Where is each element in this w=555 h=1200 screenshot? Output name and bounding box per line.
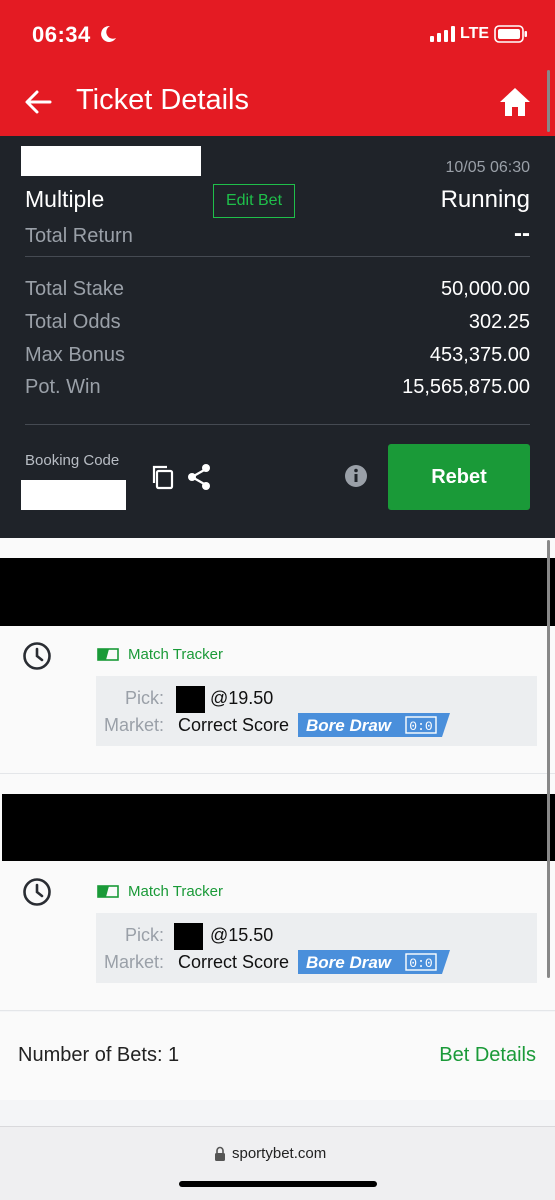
total-stake-label: Total Stake	[25, 278, 124, 300]
total-odds-value: 302.25	[468, 311, 530, 333]
redacted-booking-code	[21, 480, 126, 510]
divider	[25, 424, 530, 425]
redacted-pick	[174, 923, 203, 950]
info-icon[interactable]	[344, 464, 368, 488]
browser-url-bar[interactable]: sportybet.com	[0, 1126, 555, 1200]
total-return-value: --	[514, 220, 530, 247]
total-return-label: Total Return	[25, 225, 133, 247]
scrollbar[interactable]	[547, 70, 550, 132]
redacted-match-header	[2, 794, 555, 861]
page-title: Ticket Details	[76, 84, 249, 116]
lock-icon	[215, 1146, 225, 1161]
pick-label: Pick:	[125, 925, 165, 945]
divider	[0, 1010, 555, 1011]
bore-draw-tag: Bore Draw 0:0	[298, 950, 450, 974]
market-value: Correct Score	[178, 952, 290, 972]
tag-score: 0:0	[409, 956, 432, 971]
divider	[25, 256, 530, 257]
url-text: sportybet.com	[232, 1145, 327, 1162]
match-tracker-icon	[97, 648, 119, 661]
tag-text: Bore Draw	[306, 953, 393, 972]
market-value: Correct Score	[178, 715, 290, 735]
tag-score: 0:0	[409, 719, 432, 734]
pot-win-value: 15,565,875.00	[402, 376, 530, 398]
ticket-status: Running	[440, 186, 530, 213]
match-tracker-icon	[97, 885, 119, 898]
edit-bet-button[interactable]: Edit Bet	[213, 184, 295, 218]
scrollbar[interactable]	[547, 540, 550, 978]
battery-icon	[494, 25, 527, 43]
app-header: Ticket Details	[0, 68, 555, 136]
booking-code-label: Booking Code	[25, 452, 120, 469]
home-indicator[interactable]	[179, 1181, 377, 1187]
ticket-type: Multiple	[25, 186, 105, 212]
network-label: LTE	[460, 25, 490, 42]
share-icon[interactable]	[186, 463, 212, 491]
status-time: 06:34	[32, 22, 91, 47]
pick-odds: @15.50	[210, 925, 274, 945]
status-bar: 06:34 LTE	[0, 0, 555, 68]
total-stake-value: 50,000.00	[441, 278, 530, 300]
match-tracker-link[interactable]: Match Tracker	[128, 646, 223, 663]
rebet-button[interactable]: Rebet	[388, 444, 530, 510]
market-label: Market:	[104, 952, 165, 972]
max-bonus-value: 453,375.00	[429, 344, 530, 366]
pick-label: Pick:	[125, 688, 165, 708]
match-tracker-link[interactable]: Match Tracker	[128, 883, 223, 900]
copy-icon[interactable]	[150, 464, 176, 490]
bet-card: Match Tracker Pick: @15.50 Market: Corre…	[0, 774, 555, 1010]
bets-summary: Number of Bets: 1 Bet Details	[0, 1012, 555, 1100]
moon-icon	[101, 25, 116, 42]
signal-icon	[430, 26, 455, 42]
bet-details-link[interactable]: Bet Details	[439, 1044, 536, 1067]
ticket-summary-panel: 10/05 06:30 Multiple Edit Bet Running To…	[0, 136, 555, 538]
max-bonus-label: Max Bonus	[25, 344, 126, 366]
bore-draw-tag: Bore Draw 0:0	[298, 713, 450, 737]
pick-details: Pick: @15.50 Market: Correct Score Bore …	[96, 913, 537, 983]
home-icon[interactable]	[498, 85, 532, 119]
ticket-date: 10/05 06:30	[445, 159, 530, 176]
market-label: Market:	[104, 715, 165, 735]
pick-odds: @19.50	[210, 688, 274, 708]
tag-text: Bore Draw	[306, 716, 393, 735]
clock-icon	[23, 878, 51, 906]
pot-win-label: Pot. Win	[25, 376, 101, 398]
clock-icon	[23, 642, 51, 670]
pick-details: Pick: @19.50 Market: Correct Score Bore …	[96, 676, 537, 746]
back-arrow-icon[interactable]	[22, 86, 54, 118]
total-odds-label: Total Odds	[25, 311, 121, 333]
redacted-pick	[176, 686, 205, 713]
bet-card: Match Tracker Pick: @19.50 Market: Corre…	[0, 538, 555, 773]
number-of-bets: Number of Bets: 1	[18, 1044, 180, 1066]
redacted-match-header	[0, 558, 555, 626]
redacted-ticket-id	[21, 146, 201, 176]
